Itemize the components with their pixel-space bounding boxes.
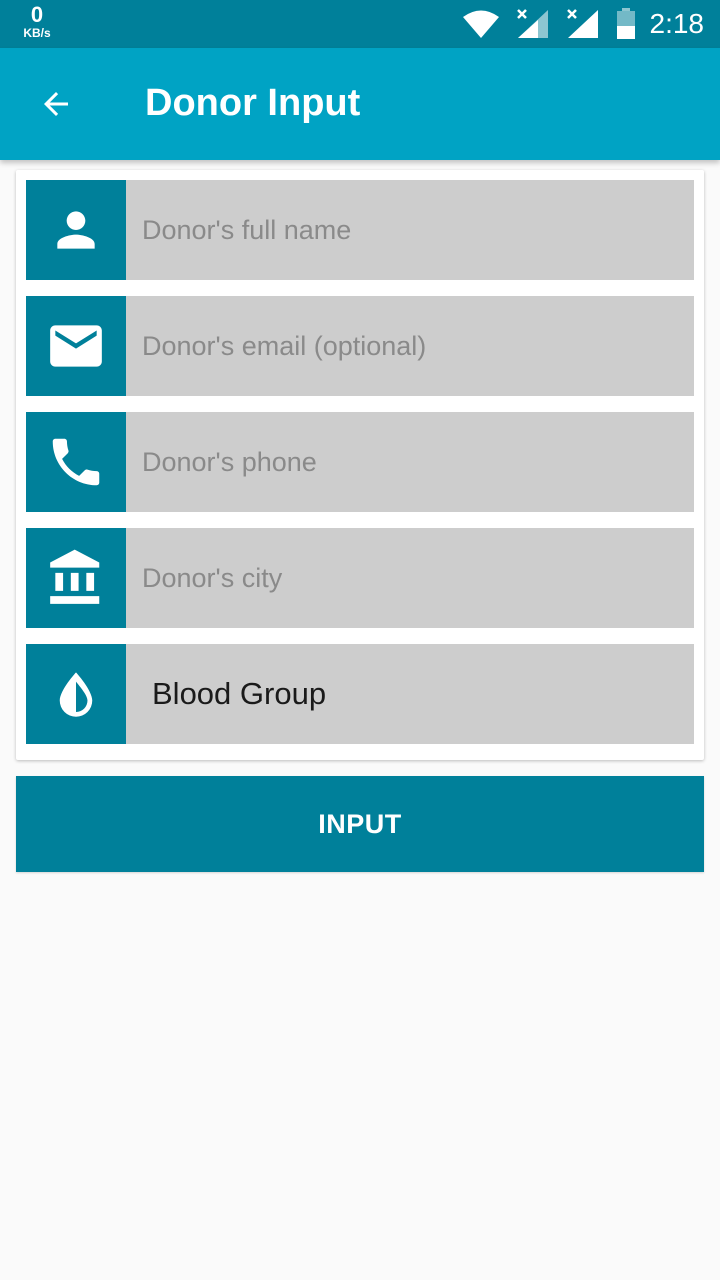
battery-icon — [616, 8, 636, 40]
network-speed-value: 0 — [30, 2, 44, 27]
city-field-row — [26, 528, 694, 628]
name-field-row — [26, 180, 694, 280]
clock: 2:18 — [649, 8, 705, 39]
email-field-row — [26, 296, 694, 396]
institution-icon — [45, 547, 107, 609]
status-icons: 2:18 — [446, 0, 705, 48]
email-icon — [45, 315, 107, 377]
blood-group-field-row: Blood Group — [26, 644, 694, 744]
app-bar: Donor Input — [0, 48, 720, 160]
phone-icon — [45, 431, 107, 493]
arrow-back-icon — [38, 86, 74, 122]
signal-sim2-icon — [566, 8, 600, 40]
name-icon-box — [26, 180, 126, 280]
phone-field-row — [26, 412, 694, 512]
signal-sim1-icon — [516, 8, 550, 40]
city-icon-box — [26, 528, 126, 628]
donor-phone-input[interactable] — [126, 412, 694, 512]
wifi-icon — [462, 10, 500, 38]
donor-email-input[interactable] — [126, 296, 694, 396]
network-speed-unit: KB/s — [23, 26, 51, 40]
donor-name-input[interactable] — [126, 180, 694, 280]
blood-group-icon-box — [26, 644, 126, 744]
blood-group-selected-value: Blood Group — [152, 676, 327, 711]
phone-icon-box — [26, 412, 126, 512]
email-icon-box — [26, 296, 126, 396]
blood-group-select[interactable]: Blood Group — [126, 644, 694, 744]
status-bar: 0 KB/s 2:18 — [0, 0, 720, 48]
page-title: Donor Input — [145, 82, 361, 124]
input-submit-button[interactable]: INPUT — [16, 776, 704, 872]
network-speed: 0 KB/s — [14, 2, 60, 40]
donor-form-card: Blood Group — [16, 170, 704, 760]
blood-drop-icon — [50, 668, 102, 720]
back-button[interactable] — [28, 76, 84, 132]
donor-city-input[interactable] — [126, 528, 694, 628]
person-icon — [48, 202, 104, 258]
